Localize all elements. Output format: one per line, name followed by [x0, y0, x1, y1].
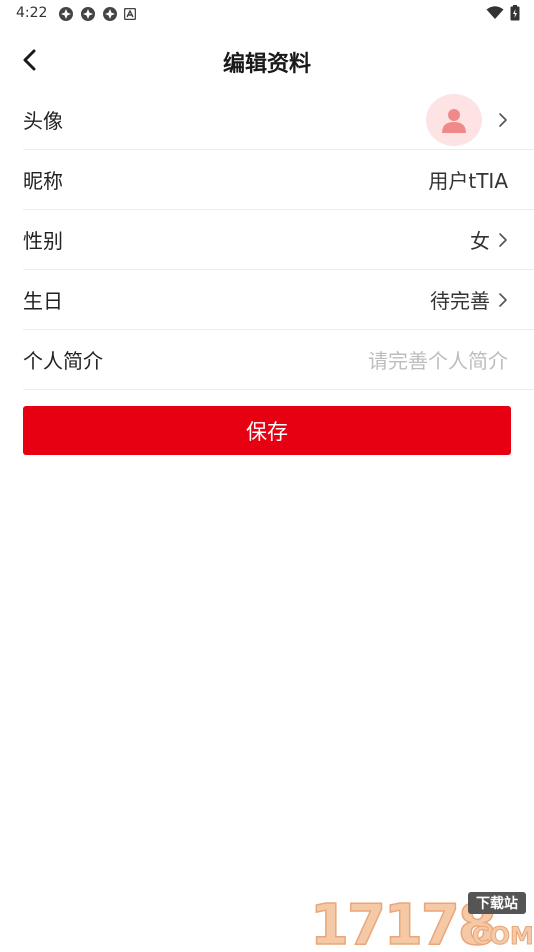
- chevron-right-icon: [498, 112, 508, 128]
- profile-form: 头像 昵称 用户tTIA 性别 女 生日 待完善 个人简介 请完善个人简介: [23, 90, 534, 390]
- notification-app-icon: [81, 7, 95, 21]
- bio-row-right: 请完善个人简介: [368, 330, 508, 389]
- status-bar: 4:22: [0, 0, 534, 28]
- status-time: 4:22: [16, 5, 48, 21]
- chevron-right-icon: [498, 292, 508, 308]
- nickname-row-right: 用户tTIA: [428, 150, 508, 209]
- gender-label: 性别: [23, 229, 63, 253]
- nickname-row[interactable]: 昵称 用户tTIA: [23, 150, 534, 210]
- app-header: 编辑资料: [0, 32, 534, 88]
- birthday-value: 待完善: [430, 289, 490, 313]
- chevron-right-icon: [498, 232, 508, 248]
- avatar-row-right: [426, 90, 508, 149]
- nickname-label: 昵称: [23, 169, 63, 193]
- bio-row[interactable]: 个人简介 请完善个人简介: [23, 330, 534, 390]
- svg-text:COM: COM: [472, 922, 532, 948]
- notification-app-icon: [103, 7, 117, 21]
- svg-text:17178: 17178: [310, 893, 495, 948]
- birthday-row-right: 待完善: [430, 270, 508, 329]
- svg-text:下载站: 下载站: [476, 895, 518, 912]
- avatar-label: 头像: [23, 109, 63, 133]
- user-icon: [442, 108, 466, 133]
- gender-row-right: 女: [470, 210, 508, 269]
- birthday-label: 生日: [23, 289, 63, 313]
- birthday-row[interactable]: 生日 待完善: [23, 270, 534, 330]
- save-button[interactable]: 保存: [23, 406, 511, 455]
- system-icons: [486, 5, 520, 21]
- wifi-icon: [486, 6, 504, 19]
- nickname-value: 用户tTIA: [428, 169, 508, 193]
- gender-row[interactable]: 性别 女: [23, 210, 534, 270]
- avatar[interactable]: [426, 93, 482, 146]
- notification-app-icon: [59, 7, 73, 21]
- notification-letter-icon: [124, 8, 136, 20]
- notification-icons: [58, 6, 136, 22]
- bio-input[interactable]: 请完善个人简介: [368, 345, 508, 374]
- gender-value: 女: [470, 229, 490, 253]
- bio-label: 个人简介: [23, 349, 103, 373]
- avatar-row[interactable]: 头像: [23, 90, 534, 150]
- watermark-logo: 17178 下载站 COM: [306, 886, 534, 952]
- battery-icon: [510, 5, 520, 21]
- page-title: 编辑资料: [222, 52, 311, 77]
